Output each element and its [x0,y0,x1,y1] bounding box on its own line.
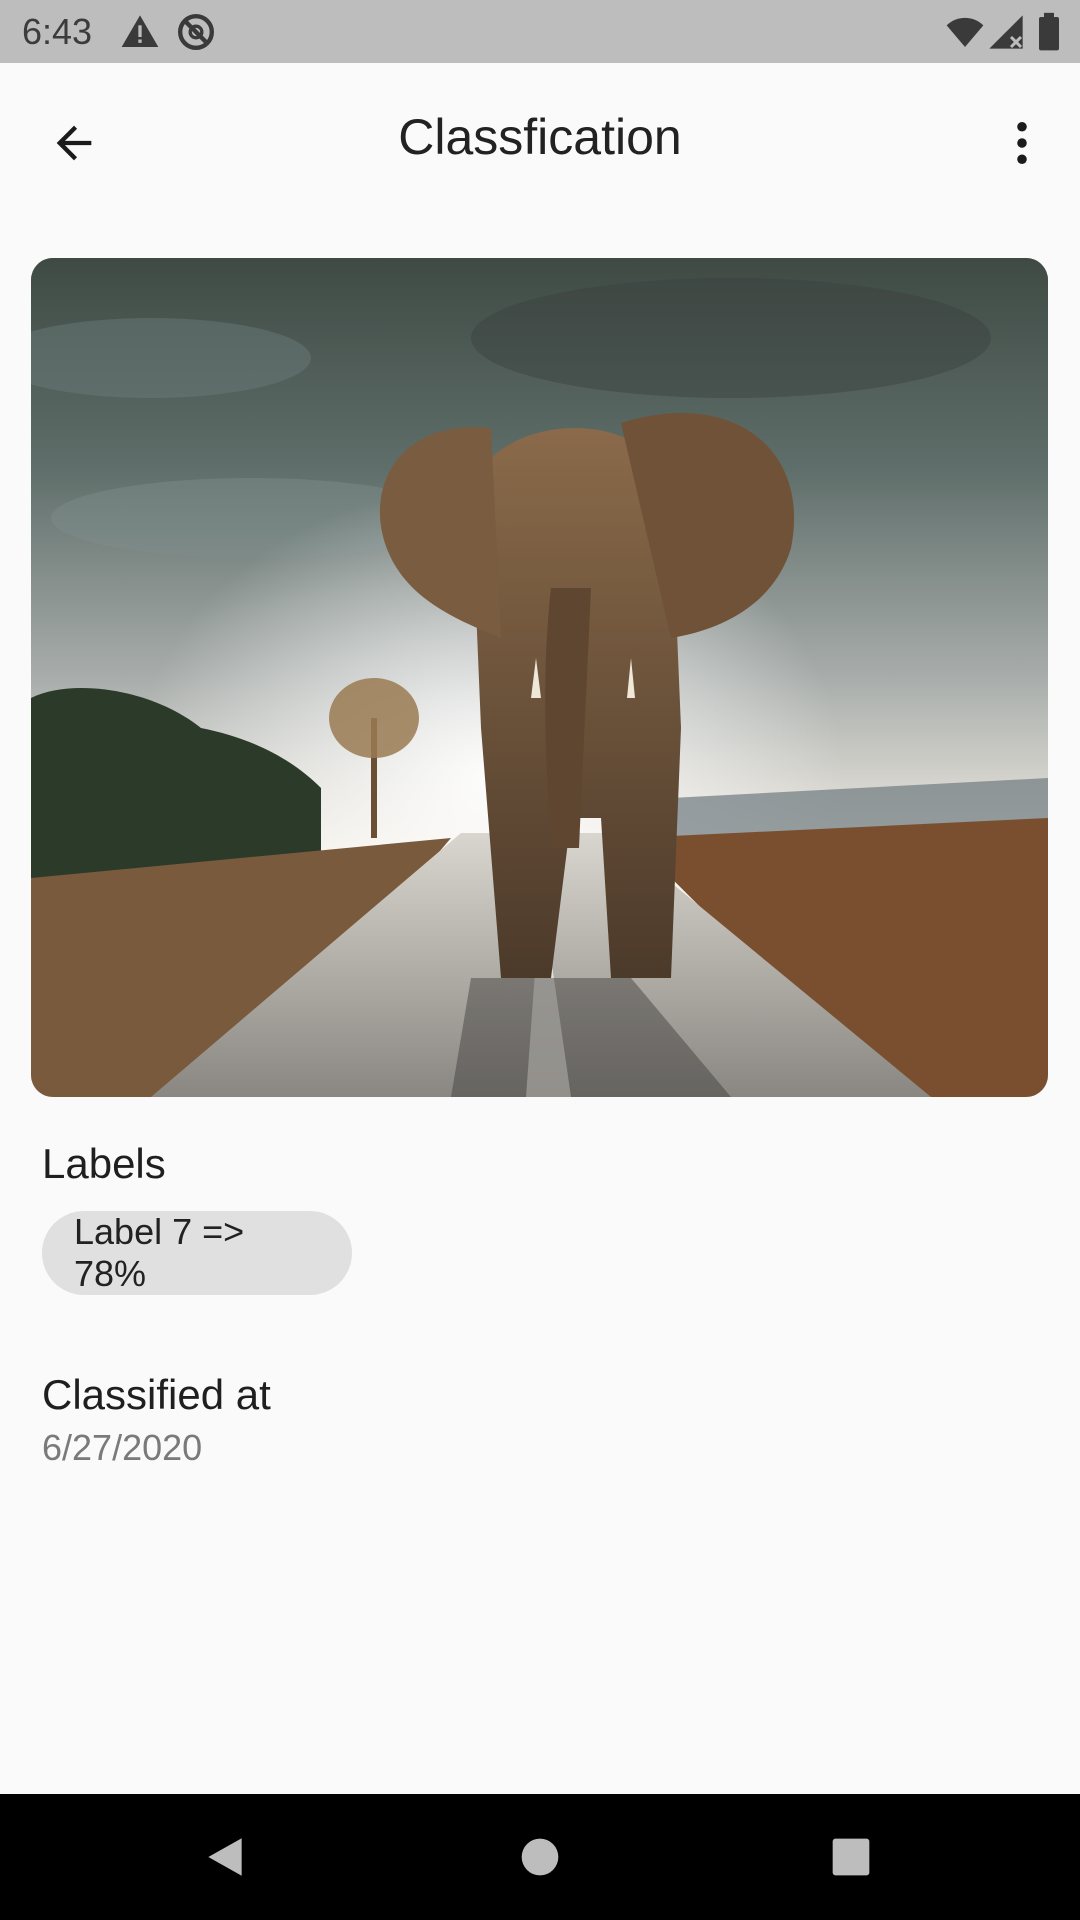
battery-icon [1039,12,1059,51]
signal-icon [989,15,1023,49]
labels-heading: Labels [42,1140,166,1187]
more-options-button[interactable] [978,99,1066,187]
nav-recents-button[interactable] [806,1812,896,1902]
app-bar: Classfication [0,63,1080,211]
nav-home-icon [521,1838,559,1876]
classified-at-heading: Classified at [42,1371,271,1418]
more-vert-icon [1017,121,1027,165]
label-chip[interactable]: Label 7 => 78% [42,1211,352,1295]
elephant-photo [31,258,1048,1097]
warning-icon [121,15,159,48]
nav-recents-icon [832,1838,870,1876]
nav-back-icon [208,1838,242,1876]
system-nav-bar [0,1794,1080,1920]
status-bar: 6:43 [0,0,1080,63]
no-sync-icon [178,14,214,50]
nav-back-button[interactable] [180,1812,270,1902]
status-time: 6:43 [22,11,93,52]
nav-home-button[interactable] [495,1812,585,1902]
classified-image [31,258,1048,1097]
wifi-icon [946,17,984,47]
classified-date: 6/27/2020 [42,1427,203,1468]
page-title: Classfication [398,109,682,165]
